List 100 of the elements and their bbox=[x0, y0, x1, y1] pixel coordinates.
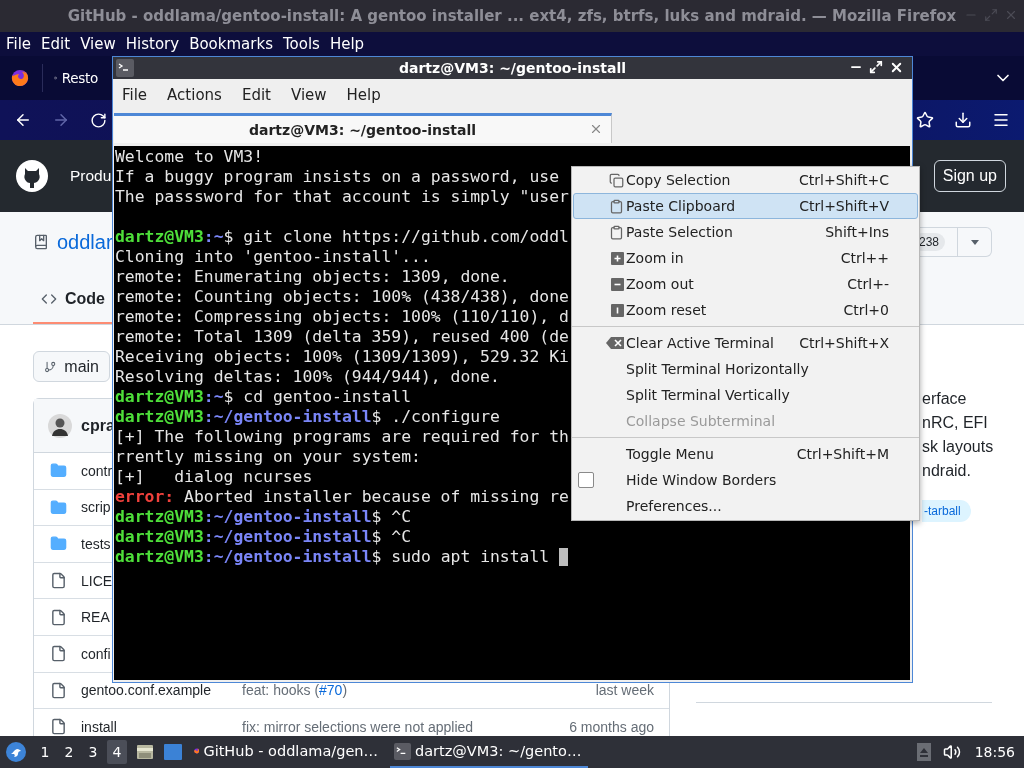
nav-link[interactable]: Produ bbox=[70, 167, 112, 185]
menu-item[interactable]: Toggle Menu Ctrl+Shift+M bbox=[573, 441, 918, 467]
window-title: dartz@VM3: ~/gentoo-install bbox=[398, 60, 627, 76]
repo-icon bbox=[33, 234, 49, 250]
file-icon bbox=[50, 608, 67, 626]
caret-icon[interactable] bbox=[970, 239, 979, 245]
file-icon bbox=[50, 718, 67, 736]
commit-message: fix: mirror selections were not applied bbox=[242, 718, 474, 735]
file-name-link[interactable]: scrip bbox=[81, 499, 111, 516]
terminal-tab[interactable]: dartz@VM3: ~/gentoo-install bbox=[114, 113, 612, 143]
copy-icon bbox=[609, 172, 624, 188]
branch-button[interactable]: main bbox=[33, 351, 110, 382]
menu-item[interactable]: Zoom reset Ctrl+0 bbox=[573, 297, 918, 323]
clipboard-icon bbox=[609, 224, 624, 240]
start-menu-icon[interactable] bbox=[6, 742, 26, 762]
repo-name-link[interactable]: oddlar bbox=[57, 230, 113, 254]
terminal-line: [+] dialog ncurses bbox=[115, 467, 313, 487]
menu-item[interactable]: Bookmarks bbox=[184, 35, 278, 53]
terminal-icon bbox=[394, 742, 411, 760]
menu-item[interactable]: History bbox=[120, 35, 185, 53]
file-name-link[interactable]: confi bbox=[81, 645, 111, 662]
terminal-line: dartz@VM3:~/gentoo-install$ ./configure bbox=[115, 407, 500, 427]
menu-item[interactable]: View bbox=[75, 35, 121, 53]
file-icon bbox=[50, 645, 67, 663]
file-name-link[interactable]: gentoo.conf.example bbox=[81, 682, 211, 699]
terminal-line: dartz@VM3:~$ cd gentoo-install bbox=[115, 387, 412, 407]
folder-icon bbox=[50, 498, 67, 516]
topic-tag[interactable]: -tarball bbox=[922, 500, 971, 522]
commit-time: last week bbox=[595, 682, 654, 699]
commit-message: feat: hooks (#70) bbox=[242, 682, 348, 699]
menu-item[interactable]: View bbox=[285, 86, 332, 104]
menu-item[interactable]: Help bbox=[341, 86, 386, 104]
back-icon[interactable] bbox=[14, 111, 32, 129]
task-button[interactable]: dartz@VM3: ~/gento… bbox=[390, 736, 588, 768]
terminal-line: remote: Enumerating objects: 1309, done. bbox=[115, 267, 510, 287]
code-icon bbox=[41, 291, 57, 307]
workspace-button[interactable]: 4 bbox=[107, 740, 127, 764]
folder-icon bbox=[50, 462, 67, 480]
workspace-button[interactable]: 3 bbox=[83, 740, 103, 764]
star-icon[interactable] bbox=[916, 111, 934, 129]
menu-item[interactable]: Split Terminal Vertically bbox=[573, 382, 918, 408]
close-icon[interactable] bbox=[889, 60, 904, 75]
maximize-icon[interactable] bbox=[869, 60, 883, 74]
eject-icon[interactable] bbox=[916, 743, 931, 761]
about-text: ndraid. bbox=[922, 461, 971, 481]
menu-icon[interactable] bbox=[992, 111, 1010, 129]
firefox-icon[interactable] bbox=[11, 69, 29, 87]
file-name-link[interactable]: contr bbox=[81, 462, 113, 479]
terminal-line: Welcome to VM3! bbox=[115, 147, 264, 167]
forward-icon[interactable] bbox=[52, 111, 70, 129]
terminal-line: [+] The following programs are required for th bbox=[115, 427, 569, 447]
menu-item[interactable]: Paste Clipboard Ctrl+Shift+V bbox=[573, 193, 918, 219]
avatar bbox=[48, 413, 72, 438]
menu-item[interactable]: Edit bbox=[36, 35, 76, 53]
file-name-link[interactable]: install bbox=[81, 718, 117, 735]
task-button[interactable]: GitHub - oddlama/gen… bbox=[190, 736, 382, 768]
about-text: erface bbox=[922, 389, 967, 409]
pull-request-link[interactable]: #70 bbox=[319, 682, 343, 699]
terminal-line: remote: Total 1309 (delta 359), reused 400 (de bbox=[115, 327, 569, 347]
file-name-link[interactable]: REA bbox=[81, 609, 110, 626]
file-icon bbox=[50, 681, 67, 699]
clear-icon bbox=[606, 337, 624, 349]
about-text: sk layouts bbox=[922, 437, 994, 457]
file-manager-icon[interactable] bbox=[136, 743, 154, 761]
zoom-in-icon bbox=[611, 251, 624, 265]
terminal-line: Cloning into 'gentoo-install'... bbox=[115, 247, 431, 267]
reload-icon[interactable] bbox=[90, 111, 107, 129]
sign-up-button[interactable]: Sign up bbox=[933, 160, 1006, 192]
menu-item[interactable]: Preferences... bbox=[573, 493, 918, 519]
file-name-link[interactable]: tests bbox=[81, 536, 111, 552]
menu-item[interactable]: Tools bbox=[277, 35, 325, 53]
workspace-button[interactable]: 1 bbox=[35, 740, 55, 764]
terminal-line: dartz@VM3:~/gentoo-install$ ^C bbox=[115, 507, 412, 527]
file-name-link[interactable]: LICE bbox=[81, 572, 113, 589]
volume-icon[interactable] bbox=[942, 743, 961, 761]
zoom-reset-icon bbox=[611, 303, 624, 317]
menu-item[interactable]: File bbox=[117, 86, 153, 104]
terminal-line: dartz@VM3:~/gentoo-install$ sudo apt install bbox=[115, 547, 569, 567]
commit-time: 6 months ago bbox=[569, 718, 654, 735]
logo-icon[interactable] bbox=[16, 160, 48, 192]
terminal-line: If a buggy program insists on a password, use bbox=[115, 167, 560, 187]
menu-item[interactable]: Help bbox=[324, 35, 370, 53]
menu-item[interactable]: Clear Active Terminal Ctrl+Shift+X bbox=[573, 330, 918, 356]
terminal-line: remote: Counting objects: 100% (438/438), done bbox=[115, 287, 569, 307]
menu-item[interactable]: Actions bbox=[162, 86, 227, 104]
menu-item[interactable]: Hide Window Borders bbox=[573, 467, 918, 493]
menu-item[interactable]: Split Terminal Horizontally bbox=[573, 356, 918, 382]
browser-tab[interactable]: Resto bbox=[42, 64, 98, 92]
terminal-line: rrently missing on your system: bbox=[115, 447, 421, 467]
terminal-line: Receiving objects: 100% (1309/1309), 529.32 Ki bbox=[115, 347, 569, 367]
workspace-button[interactable]: 2 bbox=[59, 740, 79, 764]
menu-item[interactable]: Copy Selection Ctrl+Shift+C bbox=[573, 167, 918, 193]
terminal-line: Resolving deltas: 100% (944/944), done. bbox=[115, 367, 500, 387]
menu-item[interactable]: Edit bbox=[236, 86, 276, 104]
menu-item[interactable]: File bbox=[1, 35, 37, 53]
download-icon[interactable] bbox=[954, 111, 972, 129]
menu-item[interactable]: Zoom out Ctrl+- bbox=[573, 271, 918, 297]
terminal-icon bbox=[116, 59, 134, 77]
clock: 18:56 bbox=[974, 744, 1015, 760]
checkbox[interactable] bbox=[578, 472, 594, 488]
